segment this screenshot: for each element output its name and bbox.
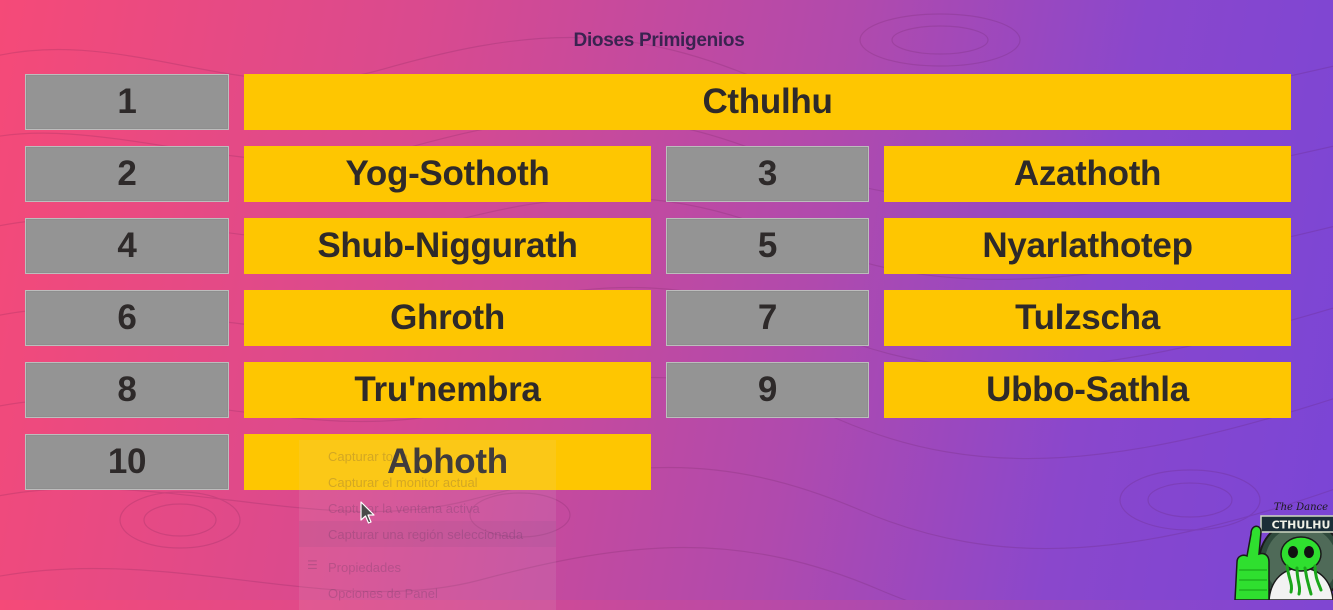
rank-8-number: 8 xyxy=(25,362,229,418)
rank-3-name: Azathoth xyxy=(884,146,1291,202)
menu-item-panel-options[interactable]: Opciones de Panel xyxy=(328,586,438,601)
rank-4-name: Shub-Niggurath xyxy=(244,218,651,274)
menu-item-properties[interactable]: Propiedades xyxy=(328,560,401,575)
logo-top-text: The Dance xyxy=(1274,502,1328,513)
cthulhu-mascot-logo: The Dance CTHULHU xyxy=(1234,502,1333,600)
rank-2-name: Yog-Sothoth xyxy=(244,146,651,202)
rank-4-number: 4 xyxy=(25,218,229,274)
menu-item-capture-monitor[interactable]: Capturar el monitor actual xyxy=(328,475,478,490)
menu-item-capture-window[interactable]: Capturar la ventana activa xyxy=(328,501,480,516)
rank-2-number: 2 xyxy=(25,146,229,202)
rank-1-number: 1 xyxy=(25,74,229,130)
rank-3-number: 3 xyxy=(666,146,869,202)
mouse-cursor-icon xyxy=(360,501,375,524)
screenshot-context-menu[interactable]: Capturar todo Capturar el monitor actual… xyxy=(299,440,556,610)
rank-6-number: 6 xyxy=(25,290,229,346)
rank-5-number: 5 xyxy=(666,218,869,274)
rank-10-number: 10 xyxy=(25,434,229,490)
menu-item-capture-all[interactable]: Capturar todo xyxy=(328,449,408,464)
menu-item-capture-region[interactable]: Capturar una región seleccionada xyxy=(328,527,523,542)
rank-7-number: 7 xyxy=(666,290,869,346)
properties-icon: ☰ xyxy=(307,558,318,572)
rank-8-name: Tru'nembra xyxy=(244,362,651,418)
logo-band-text: CTHULHU xyxy=(1272,519,1331,532)
page-title: Dioses Primigenios xyxy=(573,30,745,51)
rank-5-name: Nyarlathotep xyxy=(884,218,1291,274)
rank-9-number: 9 xyxy=(666,362,869,418)
rank-9-name: Ubbo-Sathla xyxy=(884,362,1291,418)
rank-1-name: Cthulhu xyxy=(244,74,1291,130)
rank-6-name: Ghroth xyxy=(244,290,651,346)
rank-7-name: Tulzscha xyxy=(884,290,1291,346)
